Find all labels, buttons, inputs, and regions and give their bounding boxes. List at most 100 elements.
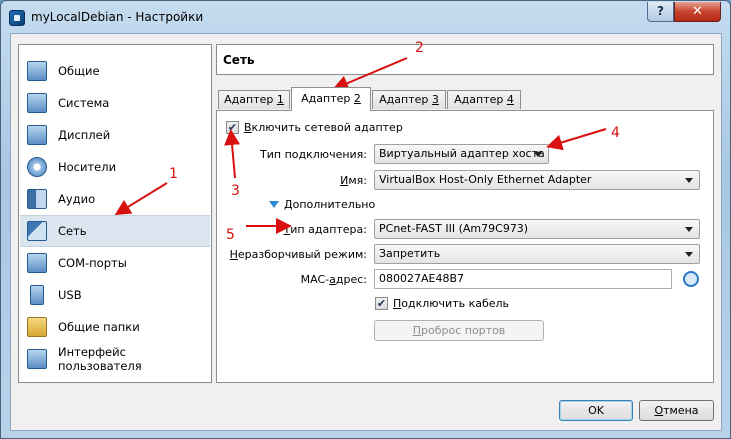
chevron-down-icon	[534, 152, 542, 157]
label-text: ип адаптера:	[290, 223, 367, 236]
help-button[interactable]: ?	[647, 2, 674, 22]
select-value: Запретить	[379, 247, 441, 260]
user-interface-icon	[27, 349, 47, 369]
port-forwarding-button[interactable]: Проброс портов	[374, 320, 544, 341]
adapter-type-select[interactable]: PCnet-FAST III (Am79C973)	[374, 219, 700, 239]
annotation-number-4: 4	[611, 125, 620, 141]
sidebar-item-general[interactable]: Общие	[20, 55, 210, 87]
select-value: PCnet-FAST III (Am79C973)	[379, 222, 529, 235]
page-title: Сеть	[216, 44, 714, 75]
chevron-down-icon	[685, 252, 693, 257]
mac-address-label: MAC-адрес:	[237, 273, 367, 286]
tab-label: Адаптер	[379, 93, 432, 106]
network-icon	[27, 221, 47, 241]
chevron-down-icon	[685, 227, 693, 232]
sidebar-item-system[interactable]: Система	[20, 87, 210, 119]
adapter-type-label: Тип адаптера:	[237, 223, 367, 236]
chevron-down-icon	[685, 178, 693, 183]
advanced-toggle[interactable]: Дополнительно	[284, 198, 375, 211]
shared-folder-icon	[27, 317, 47, 337]
sidebar-item-network[interactable]: Сеть	[20, 215, 210, 247]
label-text: дрес:	[335, 273, 367, 286]
sidebar-item-label: COM-порты	[58, 256, 127, 270]
adapter-name-label: Имя:	[237, 174, 367, 187]
storage-disk-icon	[27, 157, 47, 177]
refresh-icon[interactable]	[683, 271, 699, 287]
enable-adapter-label[interactable]: Включить сетевой адаптер	[244, 121, 403, 134]
settings-category-list: Общие Система Дисплей Носители Аудио Сет…	[18, 44, 212, 383]
adapter-name-select[interactable]: VirtualBox Host-Only Ethernet Adapter	[374, 170, 700, 190]
select-value: VirtualBox Host-Only Ethernet Adapter	[379, 173, 592, 186]
sidebar-item-audio[interactable]: Аудио	[20, 183, 210, 215]
mnemonic: В	[244, 121, 252, 134]
tab-adapter-2[interactable]: Адаптер 2	[291, 87, 371, 111]
sidebar-item-label: Аудио	[58, 192, 96, 206]
connection-type-select[interactable]: Виртуальный адаптер хоста	[374, 144, 549, 164]
ok-button[interactable]: OK	[559, 400, 633, 421]
window-title: myLocalDebian - Настройки	[31, 10, 204, 24]
tab-adapter-4[interactable]: Адаптер 4	[447, 90, 521, 109]
settings-window: myLocalDebian - Настройки ? ✕ Общие Сист…	[0, 0, 731, 439]
label-text: ополнительно	[292, 198, 376, 211]
sidebar-item-display[interactable]: Дисплей	[20, 119, 210, 151]
label-text: тмена	[663, 404, 699, 417]
annotation-number-5: 5	[226, 227, 235, 243]
close-button[interactable]: ✕	[674, 2, 721, 22]
tab-key: 3	[431, 93, 439, 106]
mnemonic: а	[329, 273, 336, 286]
mac-address-input[interactable]: 080027AE48B7	[374, 269, 672, 289]
label-text: MAC-	[300, 273, 330, 286]
sidebar-item-shared-folders[interactable]: Общие папки	[20, 311, 210, 343]
sidebar-item-user-interface[interactable]: Интерфейс пользователя	[20, 343, 210, 375]
tab-adapter-3[interactable]: Адаптер 3	[372, 90, 446, 109]
label-text: мя:	[348, 174, 367, 187]
sidebar-item-usb[interactable]: USB	[20, 279, 210, 311]
sidebar-item-label: Интерфейс пользователя	[58, 345, 142, 373]
mnemonic: П	[412, 324, 421, 337]
serial-port-icon	[27, 253, 47, 273]
sidebar-item-serial-ports[interactable]: COM-порты	[20, 247, 210, 279]
adapter-tab-panel: ✔ Включить сетевой адаптер Тип подключен…	[216, 110, 714, 383]
tab-label: Адаптер	[301, 92, 354, 105]
annotation-number-2: 2	[415, 40, 424, 56]
cancel-button[interactable]: Отмена	[639, 400, 714, 421]
label-text: еразборчивый режим:	[237, 248, 367, 261]
sidebar-item-label: Сеть	[58, 224, 87, 238]
tab-key: 2	[353, 92, 361, 105]
cable-connected-label[interactable]: Подключить кабель	[393, 297, 509, 310]
system-chip-icon	[27, 93, 47, 113]
sidebar-item-label: Дисплей	[58, 128, 111, 142]
promiscuous-mode-select[interactable]: Запретить	[374, 244, 700, 264]
sidebar-item-label: Система	[58, 96, 110, 110]
tab-key: 4	[506, 93, 514, 106]
sidebar-item-label: USB	[58, 288, 82, 302]
sidebar-item-label: Общие папки	[58, 320, 140, 334]
sidebar-item-storage[interactable]: Носители	[20, 151, 210, 183]
sidebar-item-label: Общие	[58, 64, 100, 78]
advanced-disclosure-icon[interactable]	[269, 201, 279, 208]
cable-connected-checkbox[interactable]: ✔	[375, 297, 388, 310]
general-icon	[27, 61, 47, 81]
usb-icon	[30, 285, 44, 305]
tab-label: Адаптер	[224, 93, 277, 106]
tab-label: Адаптер	[454, 93, 507, 106]
promiscuous-mode-label: Неразборчивый режим:	[227, 248, 367, 261]
tab-adapter-1[interactable]: Адаптер 1	[218, 90, 290, 109]
dialog-client-area: Общие Система Дисплей Носители Аудио Сет…	[10, 33, 722, 431]
select-value: Виртуальный адаптер хоста	[379, 147, 545, 160]
annotation-number-1: 1	[169, 166, 178, 182]
connection-type-label: Тип подключения:	[260, 148, 367, 161]
label-text: одключить кабель	[401, 297, 510, 310]
label-text: ключить сетевой адаптер	[251, 121, 403, 134]
enable-adapter-checkbox[interactable]: ✔	[226, 121, 239, 134]
network-settings-pane: Сеть Адаптер 1 Адаптер 2 Адаптер 3 Адапт…	[216, 44, 716, 383]
mnemonic: Н	[229, 248, 238, 261]
tab-key: 1	[276, 93, 284, 106]
annotation-number-3: 3	[231, 183, 240, 199]
label-text: роброс портов	[421, 324, 506, 337]
title-bar[interactable]: myLocalDebian - Настройки ? ✕	[1, 1, 730, 33]
virtualbox-app-icon	[9, 10, 25, 26]
mnemonic: О	[654, 404, 664, 417]
sidebar-item-label: Носители	[58, 160, 117, 174]
audio-speaker-icon	[27, 189, 47, 209]
